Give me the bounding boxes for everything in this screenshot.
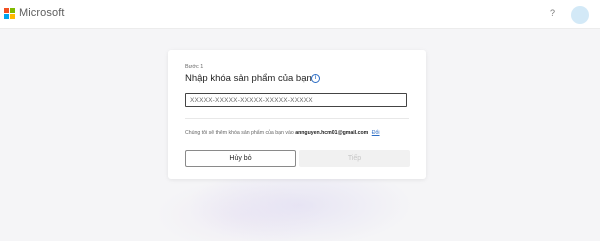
- note-text: Chúng tôi sẽ thêm khóa sản phẩm của bạn …: [185, 130, 294, 136]
- account-note: Chúng tôi sẽ thêm khóa sản phẩm của bạn …: [185, 130, 380, 136]
- account-email: annguyen.hcm01@gmail.com: [295, 130, 369, 136]
- logo-square-green: [10, 8, 15, 13]
- brand-name[interactable]: Microsoft: [19, 7, 65, 19]
- dialog-title: Nhập khóa sản phẩm của bạn: [185, 73, 312, 84]
- divider: [185, 118, 409, 119]
- product-key-dialog: Bước 1 Nhập khóa sản phẩm của bạn i Chún…: [168, 50, 426, 179]
- change-account-link[interactable]: Đổi: [372, 130, 380, 136]
- product-key-input[interactable]: [185, 93, 407, 107]
- logo-square-blue: [4, 14, 9, 19]
- logo-square-yellow: [10, 14, 15, 19]
- cancel-button[interactable]: Hủy bỏ: [185, 150, 296, 167]
- next-button[interactable]: Tiếp: [299, 150, 410, 167]
- top-bar: Microsoft ?: [0, 0, 600, 29]
- help-icon[interactable]: ?: [550, 8, 555, 18]
- avatar[interactable]: [571, 6, 589, 24]
- microsoft-logo-icon[interactable]: [4, 8, 15, 19]
- step-label: Bước 1: [185, 64, 204, 70]
- info-icon[interactable]: i: [311, 74, 320, 83]
- logo-square-red: [4, 8, 9, 13]
